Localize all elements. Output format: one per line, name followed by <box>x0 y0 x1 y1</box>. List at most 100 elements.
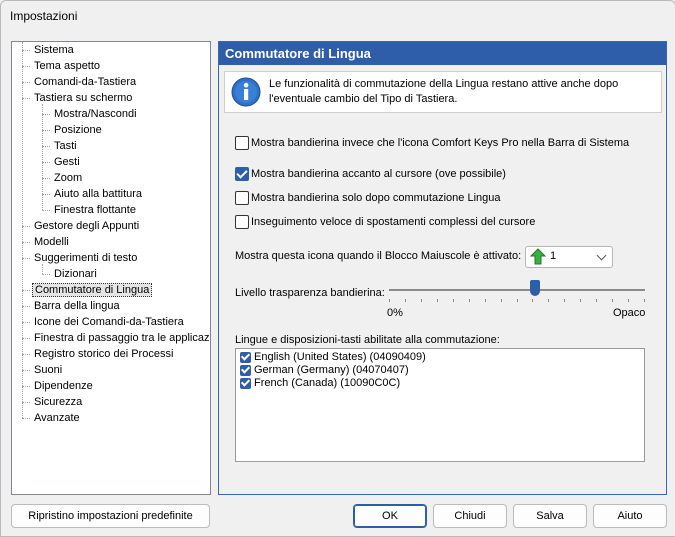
tree-connector <box>22 370 30 371</box>
tree-item-label: Comandi-da-Tastiera <box>34 76 137 88</box>
tree-connector <box>22 322 30 323</box>
checkbox-flag-near-cursor-box[interactable] <box>235 167 249 181</box>
settings-window: Impostazioni Sistema Tema aspetto Comandi-… <box>0 0 675 537</box>
transparency-label: Livello trasparenza bandierina: <box>235 287 385 299</box>
tree-item-label: Tasti <box>54 140 77 152</box>
slider-tick <box>469 299 470 302</box>
tree-item[interactable]: Sistema <box>32 42 76 58</box>
language-label: German (Germany) (04070407) <box>254 364 409 376</box>
transparency-min-label: 0% <box>387 307 403 319</box>
reset-defaults-button[interactable]: Ripristino impostazioni predefinite <box>11 504 210 528</box>
capslock-icon-select[interactable]: 1 <box>525 246 613 268</box>
capslock-icon-label: Mostra questa icona quando il Blocco Mai… <box>235 250 522 262</box>
tree-item-label: Gestore degli Appunti <box>34 220 140 232</box>
tree-connector <box>22 338 30 339</box>
tree-item-label: Commutatore di Lingua <box>32 283 153 297</box>
slider-tick <box>532 299 533 302</box>
tree-connector <box>22 258 30 259</box>
settings-tree[interactable]: Sistema Tema aspetto Comandi-da-Tastiera Ta… <box>11 41 211 495</box>
checkbox-fast-cursor-tracking-box[interactable] <box>235 215 249 229</box>
tree-item[interactable]: Gestore degli Appunti <box>32 218 141 234</box>
tree-item-label: Barra della lingua <box>34 300 120 312</box>
tree-connector <box>42 130 50 131</box>
tree-item[interactable]: Posizione <box>52 122 104 138</box>
tree-connector <box>22 242 30 243</box>
checkbox-flag-after-switch-label: Mostra bandierina solo dopo commutazione… <box>251 192 501 204</box>
tree-connector <box>22 226 30 227</box>
panel-title-bar: Commutatore di Lingua <box>219 42 666 65</box>
tree-item[interactable]: Aiuto alla battitura <box>52 186 144 202</box>
language-checkbox[interactable] <box>240 365 251 376</box>
tree-item-label: Zoom <box>54 172 83 184</box>
tree-item-label: Tema aspetto <box>34 60 101 72</box>
info-box: Le funzionalità di commutazione della Li… <box>224 71 662 113</box>
slider-tick <box>644 299 645 302</box>
tree-connector <box>22 98 30 99</box>
capslock-select-value: 1 <box>550 250 557 262</box>
tree-item[interactable]: Barra della lingua <box>32 298 122 314</box>
transparency-slider-track[interactable] <box>389 289 645 291</box>
tree-item[interactable]: Zoom <box>52 170 84 186</box>
tree-item[interactable]: Finestra di passaggio tra le applicazion… <box>32 330 211 346</box>
tree-item[interactable]: Modelli <box>32 234 71 250</box>
language-checkbox[interactable] <box>240 352 251 363</box>
tree-connector <box>22 306 30 307</box>
tree-item[interactable]: Tastiera su schermo <box>32 90 134 106</box>
slider-tick <box>421 299 422 302</box>
tree-item[interactable]: Sicurezza <box>32 394 84 410</box>
slider-tick <box>612 299 613 302</box>
tree-item[interactable]: Tasti <box>52 138 79 154</box>
tree-connector <box>42 114 50 115</box>
ok-button[interactable]: OK <box>353 504 427 528</box>
tree-item-label: Sicurezza <box>34 396 83 408</box>
tree-connector <box>42 104 43 210</box>
tree-connector <box>22 82 30 83</box>
slider-tick <box>453 299 454 302</box>
tree-item[interactable]: Icone dei Comandi-da-Tastiera <box>32 314 186 330</box>
tree-connector <box>42 264 43 274</box>
tree-item[interactable]: Gesti <box>52 154 82 170</box>
tree-item-label: Tastiera su schermo <box>34 92 133 104</box>
tree-item[interactable]: Comandi-da-Tastiera <box>32 74 138 90</box>
slider-tick <box>580 299 581 302</box>
languages-list[interactable]: English (United States) (04090409) Germa… <box>235 348 645 462</box>
tree-item[interactable]: Tema aspetto <box>32 58 102 74</box>
tree-item[interactable]: Finestra flottante <box>52 202 138 218</box>
tree-item-label: Finestra flottante <box>54 204 136 216</box>
tree-item-label: Avanzate <box>34 412 80 424</box>
tree-item[interactable]: Mostra/Nascondi <box>52 106 139 122</box>
tree-connector <box>22 50 30 51</box>
title-bar[interactable]: Impostazioni <box>1 1 675 31</box>
tree-item[interactable]: Registro storico dei Processi <box>32 346 175 362</box>
tree-item[interactable]: Avanzate <box>32 410 82 426</box>
slider-tick <box>501 299 502 302</box>
tree-connector <box>22 402 30 403</box>
tree-connector <box>22 354 30 355</box>
tree-connector <box>22 386 30 387</box>
tree-item-label: Mostra/Nascondi <box>54 108 137 120</box>
tree-connector <box>42 146 50 147</box>
tree-item[interactable]: Dipendenze <box>32 378 95 394</box>
tree-item[interactable]: Suoni <box>32 362 64 378</box>
help-button[interactable]: Aiuto <box>593 504 667 528</box>
slider-tick <box>405 299 406 302</box>
checkbox-flag-in-tray-label: Mostra bandierina invece che l'icona Com… <box>251 137 630 149</box>
tree-item[interactable]: Dizionari <box>52 266 99 282</box>
checkbox-flag-in-tray-box[interactable] <box>235 136 249 150</box>
transparency-slider-thumb[interactable] <box>530 280 540 296</box>
tree-item-label: Registro storico dei Processi <box>34 348 174 360</box>
tree-item-label: Finestra di passaggio tra le applicazion… <box>34 332 211 344</box>
checkbox-flag-after-switch-box[interactable] <box>235 191 249 205</box>
save-button[interactable]: Salva <box>513 504 587 528</box>
tree-item[interactable]: Suggerimenti di testo <box>32 250 139 266</box>
language-checkbox[interactable] <box>240 378 251 389</box>
slider-tick <box>628 299 629 302</box>
close-button[interactable]: Chiudi <box>433 504 507 528</box>
slider-tick <box>564 299 565 302</box>
tree-connector <box>42 194 50 195</box>
slider-tick <box>548 299 549 302</box>
tree-connector <box>22 66 30 67</box>
slider-tick <box>389 299 390 302</box>
slider-tick <box>596 299 597 302</box>
tree-item[interactable]: Commutatore di Lingua <box>32 282 153 298</box>
